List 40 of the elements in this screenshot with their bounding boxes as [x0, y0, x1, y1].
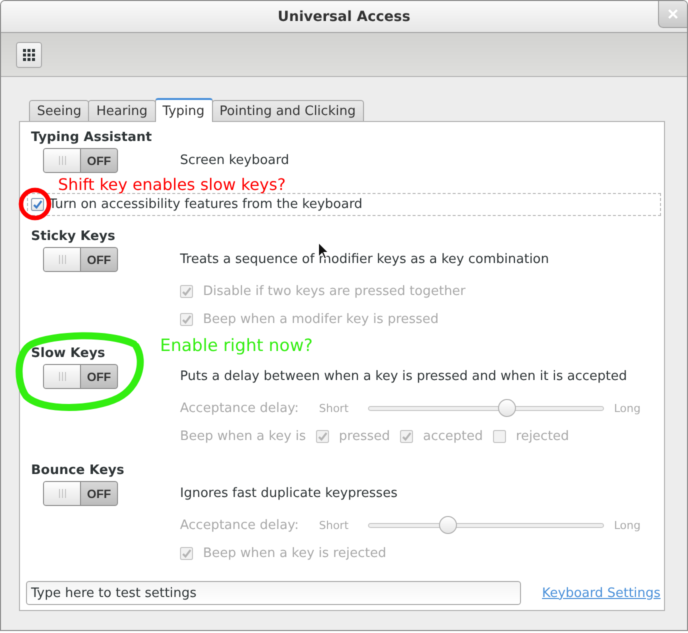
- option-label: Beep when a key is rejected: [203, 546, 386, 560]
- section-heading: Typing Assistant: [31, 129, 152, 147]
- tab[interactable]: Typing: [154, 98, 213, 122]
- section-heading: Sticky Keys: [31, 228, 116, 246]
- slider-label: Acceptance delay:: [180, 400, 300, 416]
- annotation-text: Shift key enables slow keys?: [58, 175, 286, 194]
- section-description: Ignores fast duplicate keypresses: [180, 486, 398, 501]
- toggle-switch[interactable]: OFF: [43, 481, 118, 506]
- window-title: Universal Access: [278, 8, 410, 24]
- delay-slider[interactable]: [368, 516, 604, 534]
- toggle-switch[interactable]: OFF: [43, 148, 118, 173]
- section-description: Screen keyboard: [180, 153, 290, 168]
- slider-label: Acceptance delay:: [180, 518, 300, 532]
- section-heading: Bounce Keys: [31, 462, 124, 480]
- delay-slider[interactable]: [368, 399, 604, 417]
- option-label: Beep when a modifer key is pressed: [203, 312, 439, 326]
- test-input-field[interactable]: Type here to test settings: [26, 581, 521, 605]
- section-description: Treats a sequence of modifier keys as a key combination: [180, 252, 549, 267]
- option-label: pressed: [338, 428, 390, 444]
- close-button[interactable]: [658, 1, 687, 28]
- grid-icon: [23, 48, 35, 60]
- section-description: Puts a delay between when a key is pressed and when it is accepted: [180, 369, 627, 384]
- close-icon: [668, 9, 678, 19]
- option-label: Beep when a key is: [180, 428, 306, 444]
- annotation-text: Enable right now?: [160, 336, 313, 356]
- max-label: Long: [614, 518, 641, 532]
- option-label: Disable if two keys are pressed together: [203, 284, 466, 298]
- all-settings-button[interactable]: [16, 42, 42, 68]
- toggle-switch[interactable]: OFF: [43, 364, 118, 389]
- option-label: accepted: [423, 428, 483, 444]
- option-label: rejected: [516, 428, 570, 444]
- tab[interactable]: Seeing: [29, 100, 90, 121]
- min-label: Short: [319, 518, 350, 532]
- section-heading: Slow Keys: [31, 345, 106, 363]
- min-label: Short: [319, 402, 350, 414]
- tab[interactable]: Pointing and Clicking: [212, 100, 364, 121]
- tab[interactable]: Hearing: [88, 100, 156, 121]
- checkbox[interactable]: [31, 198, 44, 211]
- toggle-switch[interactable]: OFF: [43, 247, 118, 272]
- max-label: Long: [614, 402, 641, 414]
